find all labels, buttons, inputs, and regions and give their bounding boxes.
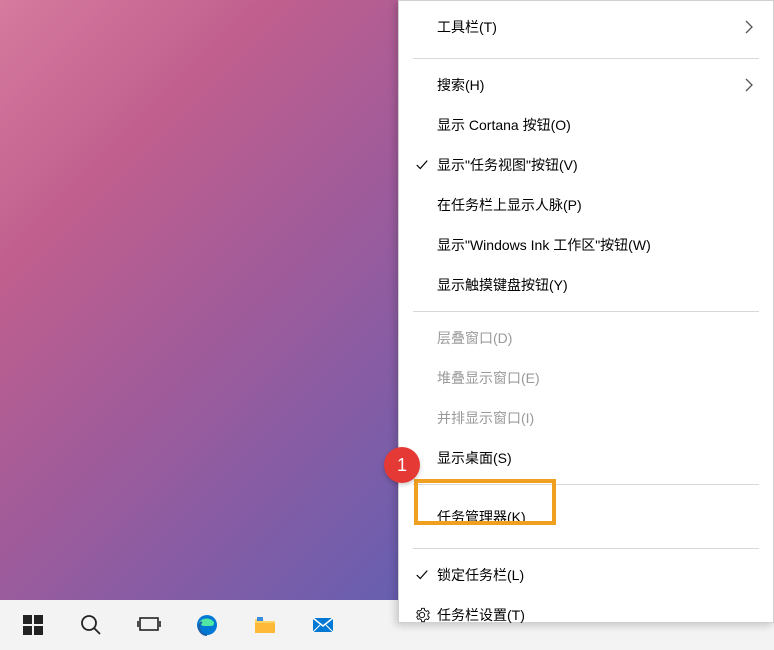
annotation-badge: 1	[384, 447, 420, 483]
menu-separator	[413, 484, 759, 485]
menu-item-show-ink[interactable]: 显示"Windows Ink 工作区"按钮(W)	[399, 225, 773, 265]
mail-button[interactable]	[294, 600, 352, 650]
menu-item-taskbar-settings[interactable]: 任务栏设置(T)	[399, 595, 773, 635]
search-button[interactable]	[62, 600, 120, 650]
watermark-author: @华硕服务	[692, 572, 762, 592]
taskview-button[interactable]	[120, 600, 178, 650]
watermark: 知乎 @华硕服务	[658, 572, 762, 592]
menu-label-ink: 显示"Windows Ink 工作区"按钮(W)	[435, 235, 757, 255]
menu-item-show-taskview[interactable]: 显示"任务视图"按钮(V)	[399, 145, 773, 185]
windows-icon	[21, 613, 45, 637]
start-button[interactable]	[4, 600, 62, 650]
menu-item-show-desktop[interactable]: 显示桌面(S)	[399, 438, 773, 478]
menu-label-toolbars: 工具栏(T)	[435, 17, 741, 37]
menu-item-show-cortana[interactable]: 显示 Cortana 按钮(O)	[399, 105, 773, 145]
menu-item-toolbars[interactable]: 工具栏(T)	[399, 1, 773, 52]
menu-item-show-people[interactable]: 在任务栏上显示人脉(P)	[399, 185, 773, 225]
chevron-right-icon	[741, 19, 757, 35]
taskbar-context-menu: 工具栏(T) 搜索(H) 显示 Cortana 按钮(O) 显示"任务视图"按钮…	[398, 0, 774, 623]
taskview-icon	[137, 613, 161, 637]
menu-label-people: 在任务栏上显示人脉(P)	[435, 195, 757, 215]
menu-separator	[413, 58, 759, 59]
menu-label-cascade: 层叠窗口(D)	[435, 328, 757, 348]
search-icon	[79, 613, 103, 637]
menu-label-cortana: 显示 Cortana 按钮(O)	[435, 115, 757, 135]
folder-icon	[253, 613, 277, 637]
gear-icon	[409, 607, 435, 623]
edge-icon	[195, 613, 219, 637]
menu-item-task-manager[interactable]: 任务管理器(K)	[399, 491, 773, 542]
menu-label-taskview: 显示"任务视图"按钮(V)	[435, 155, 757, 175]
explorer-button[interactable]	[236, 600, 294, 650]
menu-label-showdesktop: 显示桌面(S)	[435, 448, 757, 468]
mail-icon	[311, 613, 335, 637]
watermark-site: 知乎	[658, 572, 686, 592]
menu-label-taskmanager: 任务管理器(K)	[435, 507, 757, 527]
menu-separator	[413, 548, 759, 549]
menu-item-search[interactable]: 搜索(H)	[399, 65, 773, 105]
menu-label-touchkeyboard: 显示触摸键盘按钮(Y)	[435, 275, 757, 295]
menu-label-stacked: 堆叠显示窗口(E)	[435, 368, 757, 388]
menu-item-stacked[interactable]: 堆叠显示窗口(E)	[399, 358, 773, 398]
menu-separator	[413, 311, 759, 312]
menu-item-sidebyside[interactable]: 并排显示窗口(I)	[399, 398, 773, 438]
check-icon	[409, 158, 435, 172]
menu-label-search: 搜索(H)	[435, 75, 741, 95]
menu-item-cascade[interactable]: 层叠窗口(D)	[399, 318, 773, 358]
chevron-right-icon	[741, 77, 757, 93]
menu-label-sidebyside: 并排显示窗口(I)	[435, 408, 757, 428]
edge-button[interactable]	[178, 600, 236, 650]
menu-label-taskbarsettings: 任务栏设置(T)	[435, 605, 757, 625]
check-icon	[409, 568, 435, 582]
menu-item-show-touchkeyboard[interactable]: 显示触摸键盘按钮(Y)	[399, 265, 773, 305]
